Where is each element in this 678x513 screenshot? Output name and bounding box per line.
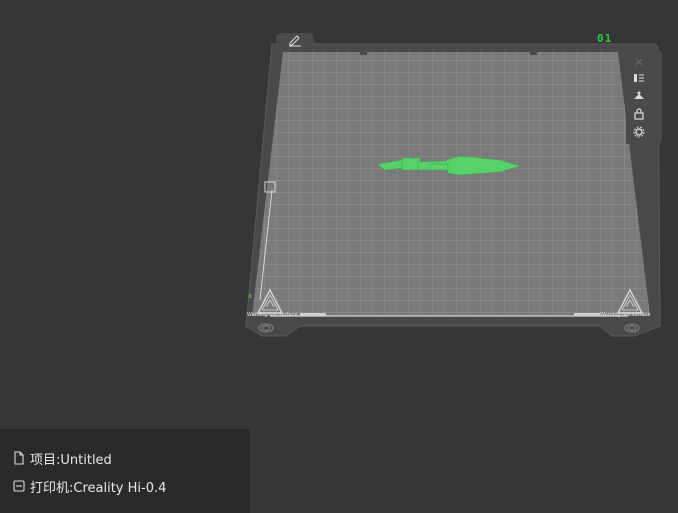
settings-icon <box>633 126 645 138</box>
warning-right-text: Warning hot surface <box>600 312 650 318</box>
auto-arrange-icon <box>634 91 644 99</box>
arrange-list-button[interactable] <box>629 70 649 86</box>
file-icon <box>14 451 24 465</box>
project-label: 项目:Untitled <box>30 452 112 468</box>
printer-row[interactable]: 打印机:Creality Hi-0.4 <box>12 477 167 496</box>
printer-label: 打印机:Creality Hi-0.4 <box>30 480 167 496</box>
close-icon <box>635 58 643 66</box>
list-icon <box>634 74 644 82</box>
lock-button[interactable] <box>629 106 649 122</box>
plate-toolbar <box>626 50 662 144</box>
plate-settings-button[interactable] <box>629 124 649 140</box>
plate-edit-tab[interactable] <box>276 33 314 49</box>
close-button[interactable] <box>629 54 649 70</box>
plate-index-label: 01 <box>597 32 613 45</box>
project-name-row[interactable]: 项目:Untitled <box>12 449 112 468</box>
project-info-panel: 项目:Untitled 打印机:Creality Hi-0.4 <box>0 429 250 513</box>
warning-left-text: Warning hot surface <box>247 312 297 318</box>
printer-icon <box>13 480 25 492</box>
lock-icon <box>634 108 644 120</box>
auto-arrange-button[interactable] <box>629 88 649 104</box>
svg-text:x: x <box>248 292 252 300</box>
build-grid <box>252 52 650 316</box>
pencil-icon <box>289 35 301 47</box>
